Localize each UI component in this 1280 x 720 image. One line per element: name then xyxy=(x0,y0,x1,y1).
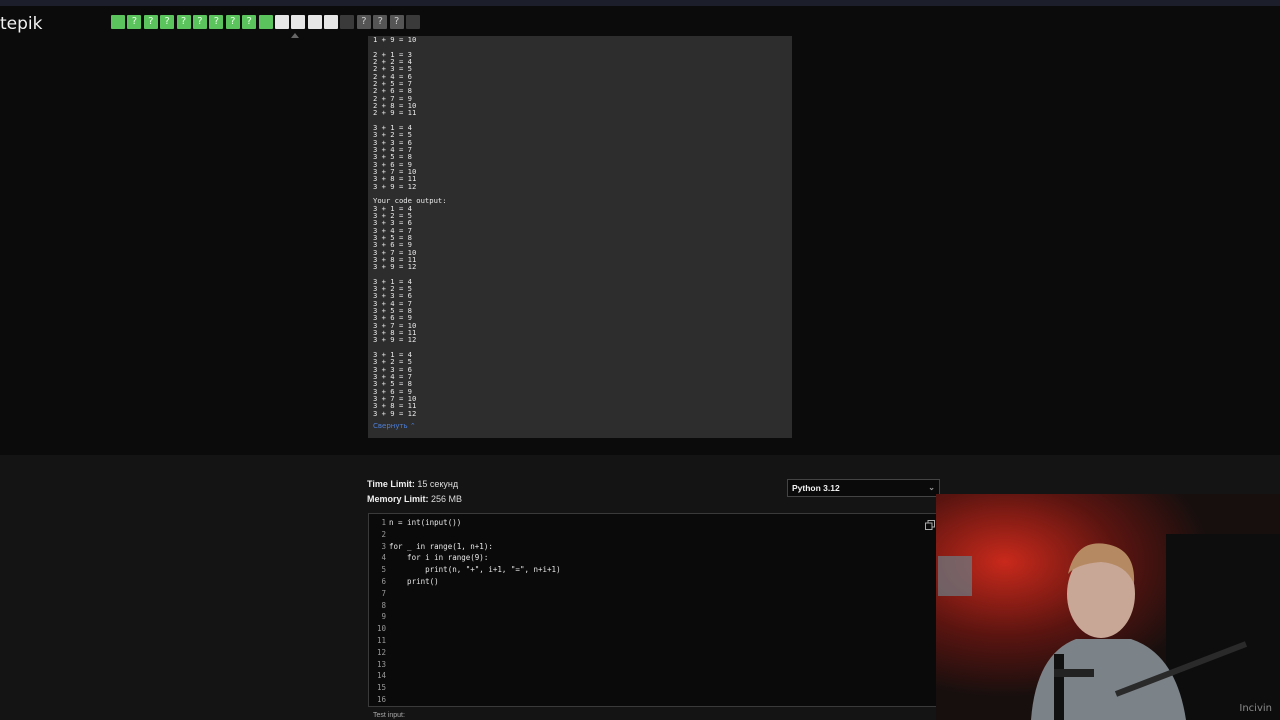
app-logo[interactable]: tepik xyxy=(0,14,42,34)
step-18[interactable]: ? xyxy=(389,15,404,29)
step-14[interactable] xyxy=(324,15,339,29)
step-12[interactable] xyxy=(291,15,306,29)
code-line: print() xyxy=(389,576,439,586)
step-16[interactable]: ? xyxy=(356,15,371,29)
code-line: for i in range(9): xyxy=(389,553,489,563)
feedback-output-text: 1 + 9 = 10 2 + 1 = 3 2 + 2 = 4 2 + 3 = 5… xyxy=(373,36,447,418)
memory-limit-label: Memory Limit: xyxy=(367,494,429,504)
time-limit-row: Time Limit: 15 секунд xyxy=(367,477,462,492)
collapse-link[interactable]: Свернуть ⌃ xyxy=(373,422,416,430)
code-line: print(n, "+", i+1, "=", n+i+1) xyxy=(389,565,561,575)
top-bar: tepik ??????????? xyxy=(0,6,1280,38)
time-limit-value: 15 секунд xyxy=(417,479,459,489)
current-step-caret xyxy=(291,33,299,38)
line-number-gutter: 1 2 3 4 5 6 7 8 9 10 11 12 13 14 15 16 xyxy=(376,518,386,704)
test-input-label: Test input: xyxy=(373,712,405,719)
watermark: Incivin xyxy=(1239,703,1272,714)
step-progress-bar: ??????????? xyxy=(111,15,421,29)
time-limit-label: Time Limit: xyxy=(367,479,415,489)
code-content[interactable]: n = int(input()) for _ in range(1, n+1): … xyxy=(389,517,561,588)
step-17[interactable]: ? xyxy=(373,15,388,29)
test-feedback-panel: 1 + 9 = 10 2 + 1 = 3 2 + 2 = 4 2 + 3 = 5… xyxy=(368,36,792,438)
step-2[interactable]: ? xyxy=(127,15,142,29)
chevron-down-icon: ⌄ xyxy=(928,483,935,492)
step-11[interactable] xyxy=(274,15,289,29)
code-line: n = int(input()) xyxy=(389,518,462,527)
step-6[interactable]: ? xyxy=(192,15,207,29)
memory-limit-value: 256 MB xyxy=(431,494,463,504)
step-10[interactable] xyxy=(258,15,273,29)
step-8[interactable]: ? xyxy=(225,15,240,29)
step-19[interactable] xyxy=(406,15,421,29)
webcam-image xyxy=(936,494,1280,720)
webcam-overlay: Incivin xyxy=(936,494,1280,720)
code-editor[interactable]: 1 2 3 4 5 6 7 8 9 10 11 12 13 14 15 16 n… xyxy=(368,513,940,707)
step-5[interactable]: ? xyxy=(176,15,191,29)
step-15[interactable] xyxy=(340,15,355,29)
step-1[interactable] xyxy=(111,15,125,29)
memory-limit-row: Memory Limit: 256 MB xyxy=(367,492,462,507)
language-select[interactable]: Python 3.12 ⌄ xyxy=(787,479,940,497)
step-3[interactable]: ? xyxy=(143,15,158,29)
code-line: for _ in range(1, n+1): xyxy=(389,541,493,551)
language-selected: Python 3.12 xyxy=(792,483,840,493)
step-4[interactable]: ? xyxy=(160,15,175,29)
step-9[interactable]: ? xyxy=(242,15,257,29)
step-13[interactable] xyxy=(307,15,322,29)
step-7[interactable]: ? xyxy=(209,15,224,29)
limits-info: Time Limit: 15 секунд Memory Limit: 256 … xyxy=(367,477,462,507)
copy-icon[interactable] xyxy=(925,520,935,530)
